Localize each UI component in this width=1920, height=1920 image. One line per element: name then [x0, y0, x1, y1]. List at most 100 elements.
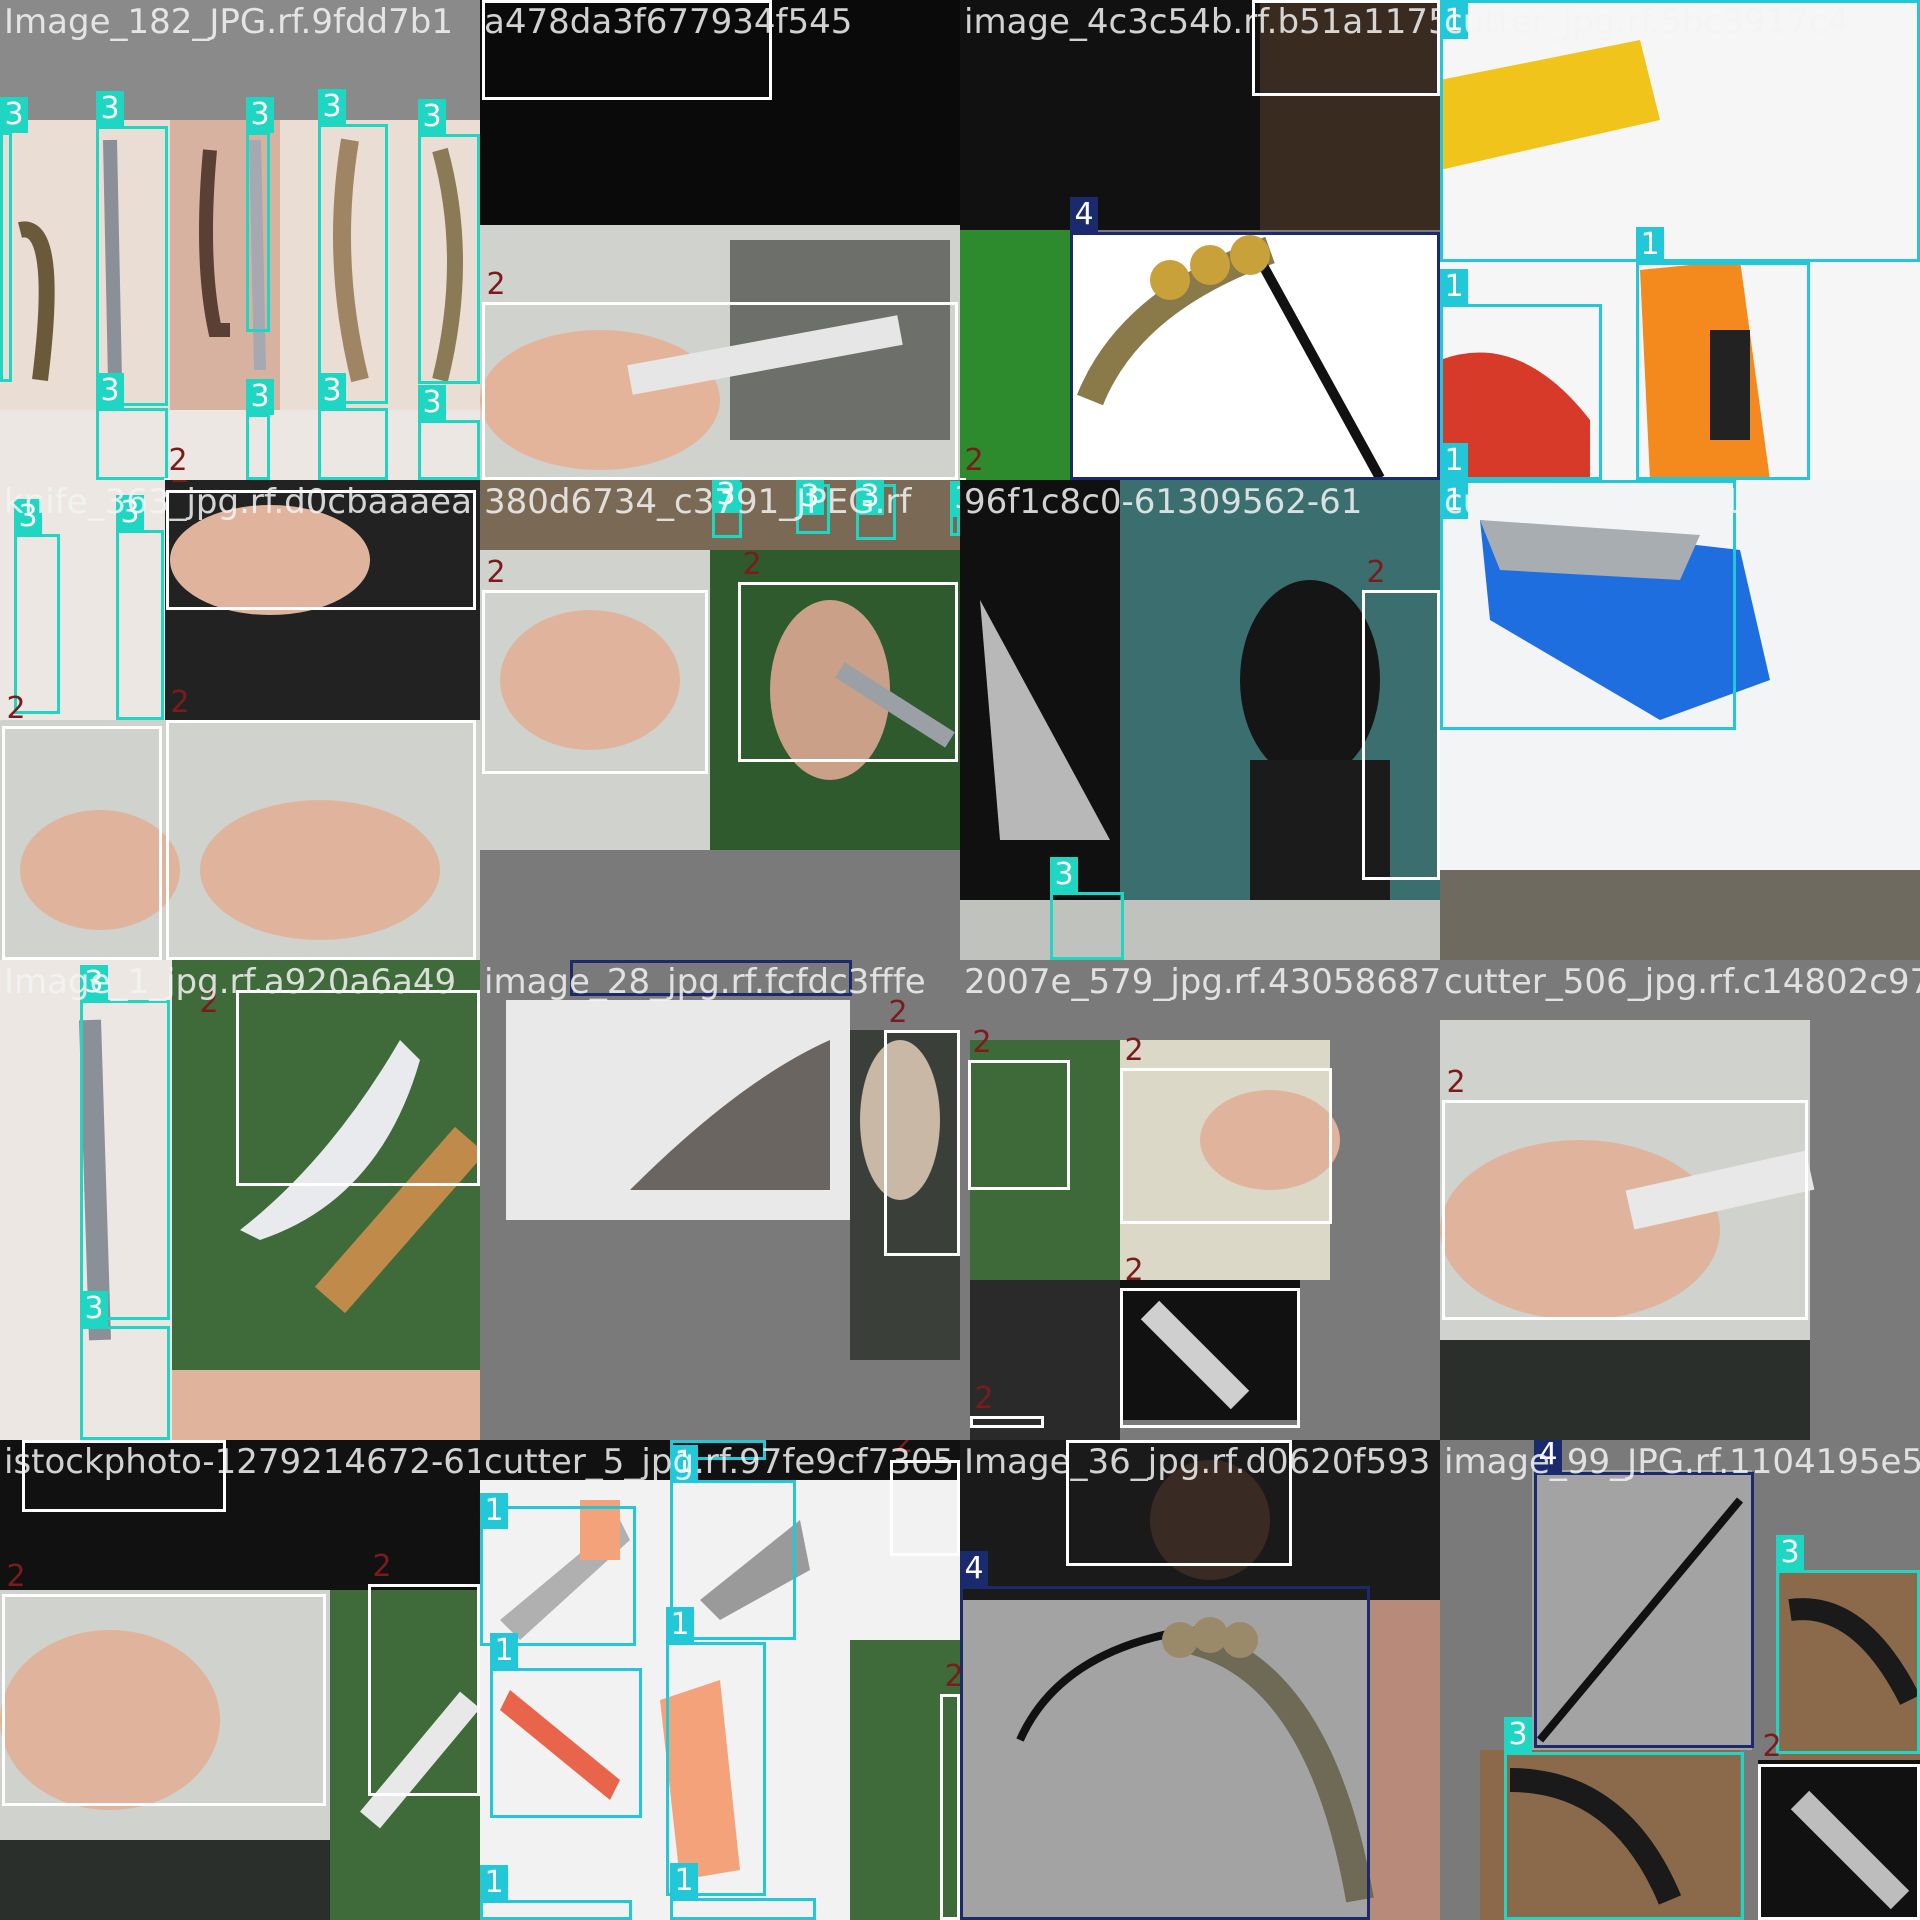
bbox-class-3: 3 — [418, 99, 480, 384]
bbox-class-3: 3 — [318, 89, 388, 404]
bbox-label: 1 — [480, 1493, 508, 1529]
tile-title: istockphoto-1279214672-612 — [4, 1442, 480, 1482]
bbox-label: 1 — [1440, 269, 1468, 305]
bbox-label: 3 — [1776, 1535, 1804, 1571]
bbox-label: 2 — [6, 691, 26, 726]
bbox-label: 2 — [1762, 1729, 1782, 1764]
bbox-class-3: 3 — [950, 481, 960, 536]
bbox-class-2: 2 — [1442, 1065, 1808, 1320]
bbox-label: 1 — [1440, 443, 1468, 479]
bbox-label: 2 — [170, 685, 190, 720]
bbox-class-3: 3 — [1050, 857, 1124, 960]
tile-7: cutter_04_jpg.rf.1fe22b1617 1 — [1440, 480, 1920, 960]
tile-title: image_99_JPG.rf.1104195e5 — [1444, 1442, 1920, 1482]
tile-8: Image_1_jpg.rf.a920a6a49 3 3 2 — [0, 960, 480, 1440]
bbox-label: 2 — [482, 0, 510, 1]
bbox-class-2: 2 — [1362, 555, 1440, 880]
tile-title: image_28_jpg.rf.fcfdc3fffe — [484, 962, 926, 1002]
bbox-class-3: 3 — [96, 91, 168, 406]
bbox-label: 3 — [246, 379, 274, 415]
bbox-class-3: 3 — [0, 97, 28, 382]
tile-title: image_4c3c54b.rf.b51a1175 — [964, 2, 1440, 42]
bbox-label: 3 — [950, 481, 960, 517]
bbox-class-2: 2 — [482, 267, 958, 480]
tile-title: cutter_jpg.rf.5bc3917c4 — [1444, 2, 1850, 42]
tile-title: 380d6734_c3791_JPEG.rf — [484, 482, 912, 522]
bbox-label: 2 — [372, 1549, 392, 1584]
bbox-class-3: 3 — [80, 1291, 170, 1440]
bbox-label: 4 — [1070, 197, 1098, 233]
bbox-class-2: 2 — [199, 985, 480, 1186]
tile-title: Image_1_jpg.rf.a920a6a49 — [4, 962, 457, 1002]
tile-title: knife_363_jpg.rf.d0cbaaaea — [4, 482, 472, 522]
bbox-label: 1 — [1636, 227, 1664, 263]
bbox-label: 1 — [480, 1865, 508, 1901]
tile-title: cutter_04_jpg.rf.1fe22b1617 — [1444, 482, 1920, 522]
bbox-class-1: 1 — [480, 1865, 632, 1920]
photo-knives-lineup — [0, 0, 480, 480]
bbox-label: 1 — [670, 1863, 698, 1899]
tile-title: cutter_5_jpg.rf.97fe9cf7305 — [484, 1442, 955, 1482]
bbox-class-2: 2 — [1758, 1729, 1920, 1920]
bbox-label: 1 — [670, 1440, 698, 1441]
bbox-class-2: 2 — [1120, 1253, 1300, 1428]
bbox-label: 2 — [168, 443, 188, 478]
bbox-label: 1 — [490, 1633, 518, 1669]
bbox-label: 3 — [318, 89, 346, 125]
bbox-label: 2 — [1446, 1065, 1466, 1100]
tile-3: cutter_jpg.rf.5bc3917c4 1 1 1 1 — [1440, 0, 1920, 480]
bbox-label: 2 — [742, 547, 762, 582]
bbox-label: 2 — [974, 1381, 994, 1416]
bbox-class-1: 1 — [490, 1633, 642, 1818]
tile-4: knife_363_jpg.rf.d0cbaaaea 3 3 2 2 2 — [0, 480, 480, 960]
bbox-label: 3 — [1050, 857, 1078, 893]
bbox-label: 2 — [944, 1659, 960, 1694]
tile-5: 380d6734_c3791_JPEG.rf 3 3 3 3 2 2 — [480, 480, 960, 960]
bbox-class-2: 2 — [1120, 1033, 1332, 1224]
tile-title: Image_36_jpg.rf.d0620f593 — [964, 1442, 1431, 1482]
tile-13: cutter_5_jpg.rf.97fe9cf7305 1 1 1 1 1 1 … — [480, 1440, 960, 1920]
tile-title: Image_182_JPG.rf.9fdd7b1 — [4, 2, 453, 42]
bbox-class-3: 3 — [80, 965, 170, 1320]
bbox-class-2: 2 — [2, 1559, 326, 1806]
bbox-class-2: 2 — [482, 555, 708, 774]
bbox-class-2: 2 — [884, 995, 960, 1256]
bbox-class-2: 2 — [970, 1381, 1044, 1428]
tile-title: 2007e_579_jpg.rf.43058687a — [964, 962, 1440, 1002]
bbox-class-2: 2 — [940, 1659, 960, 1920]
bbox-class-3: 3 — [246, 379, 274, 480]
bbox-class-3: 3 — [418, 385, 480, 480]
bbox-label: 2 — [486, 267, 506, 302]
bbox-class-2: 2 — [738, 547, 958, 762]
bbox-class-1: 1 — [1636, 227, 1810, 480]
bbox-label: 3 — [0, 97, 28, 133]
tile-15: image_99_JPG.rf.1104195e5 4 3 3 2 — [1440, 1440, 1920, 1920]
bbox-label: 3 — [418, 99, 446, 135]
bbox-label: 2 — [6, 1559, 26, 1594]
tile-title: a478da3f677934f545 — [484, 2, 853, 42]
bbox-class-3: 3 — [14, 499, 60, 714]
bbox-label: 2 — [1366, 555, 1386, 590]
bbox-class-2: 2 — [968, 1025, 1070, 1190]
detection-mosaic: Image_182_JPG.rf.9fdd7b1 3 3 3 3 3 3 3 3… — [0, 0, 1920, 1920]
bbox-label: 2 — [1124, 1033, 1144, 1068]
bbox-label: 2 — [972, 1025, 992, 1060]
tile-2: image_4c3c54b.rf.b51a1175 2 4 2 — [960, 0, 1440, 480]
bbox-label: 4 — [570, 960, 598, 961]
bbox-label: 3 — [96, 373, 124, 409]
bbox-class-1: 1 — [480, 1493, 636, 1646]
tile-6: 96f1c8c0-61309562-61 2 3 — [960, 480, 1440, 960]
bbox-class-4: 4 — [1070, 197, 1440, 480]
bbox-label: 2 — [1066, 1440, 1094, 1441]
bbox-label: 2 — [964, 443, 984, 478]
bbox-class-2: 2 — [368, 1549, 480, 1796]
bbox-label: 2 — [486, 555, 506, 590]
tile-title: cutter_506_jpg.rf.c14802c97c5 — [1444, 962, 1920, 1002]
bbox-class-2: 2 — [2, 691, 162, 960]
bbox-label: 4 — [960, 1551, 988, 1587]
bbox-class-1: 1 — [670, 1863, 816, 1920]
tile-10: 2007e_579_jpg.rf.43058687a 2 2 2 2 — [960, 960, 1440, 1440]
bbox-class-2: 2 — [960, 443, 984, 480]
bbox-label: 3 — [96, 91, 124, 127]
tile-title: 96f1c8c0-61309562-61 — [964, 482, 1363, 522]
